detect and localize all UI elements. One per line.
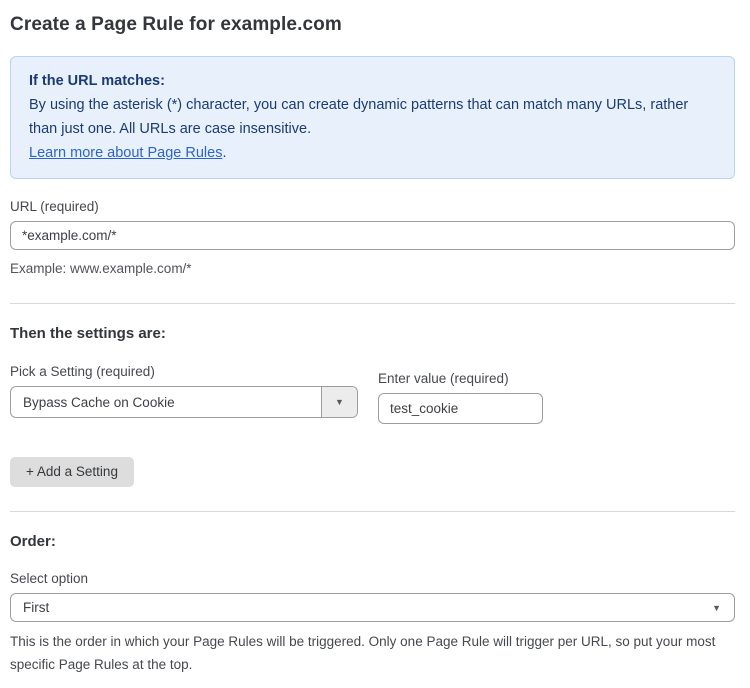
divider (10, 303, 735, 304)
url-input[interactable] (10, 221, 735, 250)
info-box-heading: If the URL matches: (29, 69, 716, 93)
order-help-text: This is the order in which your Page Rul… (10, 630, 730, 676)
info-box-body: By using the asterisk (*) character, you… (29, 93, 716, 165)
order-select-label: Select option (10, 571, 735, 586)
create-page-rule-form: Create a Page Rule for example.com If th… (0, 0, 750, 688)
settings-section-heading: Then the settings are: (10, 325, 735, 342)
setting-select-arrow-button[interactable]: ▼ (321, 387, 357, 417)
url-example-text: Example: www.example.com/* (10, 258, 735, 279)
page-title: Create a Page Rule for example.com (10, 14, 735, 36)
setting-value-label: Enter value (required) (378, 371, 543, 386)
url-field-label: URL (required) (10, 199, 735, 214)
url-match-info-box: If the URL matches: By using the asteris… (10, 56, 735, 179)
setting-value-column: Enter value (required) (378, 364, 543, 424)
setting-select-value: Bypass Cache on Cookie (11, 387, 321, 417)
setting-value-input[interactable] (378, 393, 543, 424)
link-period: . (222, 145, 226, 161)
order-section-heading: Order: (10, 533, 735, 550)
setting-picker-label: Pick a Setting (required) (10, 364, 358, 379)
settings-row: Pick a Setting (required) Bypass Cache o… (10, 364, 735, 424)
divider (10, 511, 735, 512)
setting-select[interactable]: Bypass Cache on Cookie ▼ (10, 386, 358, 418)
order-select-value: First (23, 600, 49, 615)
chevron-down-icon: ▼ (712, 603, 721, 613)
add-setting-button[interactable]: + Add a Setting (10, 457, 134, 487)
chevron-down-icon: ▼ (335, 397, 344, 407)
setting-picker-column: Pick a Setting (required) Bypass Cache o… (10, 364, 358, 418)
learn-more-link[interactable]: Learn more about Page Rules (29, 145, 222, 161)
order-select[interactable]: First ▼ (10, 593, 735, 622)
